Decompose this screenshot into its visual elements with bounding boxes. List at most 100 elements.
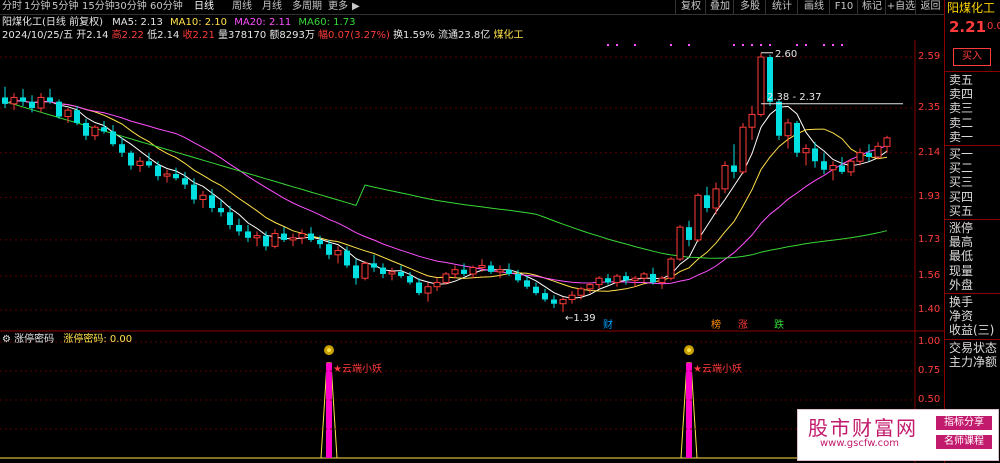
toolbar-button-3[interactable]: 统计	[765, 0, 798, 14]
toolbar-button-0[interactable]: 复权	[675, 0, 706, 14]
indicator-tick: 1.00	[918, 336, 941, 347]
status-0: 交易状态	[949, 340, 998, 355]
price-tick: 1.56	[918, 270, 941, 282]
range-label: 2.38 - 2.37	[767, 92, 822, 103]
candle-body	[182, 178, 188, 185]
candle	[757, 52, 765, 117]
candle-body	[37, 96, 45, 109]
candle-body	[496, 269, 504, 273]
sell-level-5: 卖五	[949, 73, 974, 87]
candle-body	[623, 276, 629, 281]
candle-body	[253, 235, 261, 239]
candle-body	[227, 212, 233, 226]
signal-dot	[805, 44, 807, 46]
candle-body	[757, 56, 765, 115]
price-tick: 1.73	[918, 233, 941, 245]
candle-body	[289, 237, 297, 241]
period-tab-2[interactable]: 5分钟	[52, 0, 78, 14]
signal-dot	[634, 44, 636, 46]
candle-body	[524, 280, 530, 287]
candle-body	[542, 293, 548, 300]
candle-body	[163, 173, 171, 177]
candle-body	[640, 273, 648, 279]
signal-dot	[760, 44, 762, 46]
toolbar-button-6[interactable]: 标记	[857, 0, 886, 14]
price-tick: 1.40	[918, 304, 941, 316]
panel-separator	[945, 71, 1000, 72]
period-tab-7[interactable]: 周线	[232, 0, 252, 14]
candle-body	[829, 164, 837, 171]
candle-body	[388, 271, 396, 275]
toolbar-button-2[interactable]: 多股	[733, 0, 766, 14]
toolbar-button-8[interactable]: 返回	[915, 0, 945, 14]
low-price-label: ←1.39	[565, 313, 596, 324]
candle-body	[605, 278, 611, 283]
toolbar-button-5[interactable]: F10	[829, 0, 858, 14]
candle	[361, 261, 369, 281]
candle-body	[874, 145, 882, 158]
period-tab-5[interactable]: 60分钟	[150, 0, 183, 14]
period-tab-10[interactable]: 更多	[328, 0, 348, 14]
stat-4: 外盘	[949, 277, 974, 292]
candle-body	[551, 299, 557, 304]
indicator-gear-icon[interactable]: ⚙	[2, 334, 11, 345]
buy-level-4: 买四	[949, 189, 974, 204]
ma60-label: MA60: 1.73	[298, 17, 356, 28]
candle-body	[407, 276, 413, 283]
candle-body	[461, 269, 467, 274]
sell-level-2: 卖二	[949, 115, 974, 130]
period-tab-6[interactable]: 日线	[194, 0, 214, 14]
candle-body	[866, 152, 872, 157]
indicator-name[interactable]: 涨停密码	[14, 334, 54, 345]
toolbar-button-1[interactable]: 叠加	[705, 0, 734, 14]
watermark-tag-courses[interactable]: 名师课程	[936, 435, 992, 449]
candle-body	[101, 127, 107, 132]
chart-header: 阳煤化工(日线 前复权) MA5: 2.13 MA10: 2.10 MA20: …	[2, 16, 355, 29]
signal-dot	[688, 44, 690, 46]
candle-body	[488, 265, 494, 272]
candle	[776, 99, 782, 140]
stat-0: 涨停	[949, 221, 974, 235]
period-tab-0[interactable]: 分时	[2, 0, 22, 14]
kline-chart[interactable]: 2.60 2.38 - 2.37 ←1.39 财 榜 涨 跌 ★云端小妖 ★云端小妖	[0, 40, 944, 463]
chart-title: 阳煤化工(日线 前复权)	[2, 17, 103, 28]
signal-dot	[796, 44, 798, 46]
period-tab-3[interactable]: 15分钟	[82, 0, 115, 14]
period-tab-9[interactable]: 多周期	[292, 0, 322, 14]
candle-body	[380, 267, 386, 274]
toolbar-button-7[interactable]: +自选	[885, 0, 916, 14]
signal-dot	[742, 44, 744, 46]
candle-body	[271, 233, 279, 247]
event-marker: 跌	[774, 318, 784, 331]
candle-body	[595, 277, 603, 286]
candle-body	[784, 122, 792, 137]
candle-body	[74, 110, 80, 123]
watermark-tag-indicators[interactable]: 指标分享	[936, 416, 992, 430]
buy-button[interactable]: 买入	[953, 48, 991, 66]
stat-3: 现量	[949, 263, 974, 278]
candle-body	[308, 233, 314, 240]
price-tick: 2.59	[918, 51, 941, 62]
candle-body	[694, 194, 702, 241]
candle-body	[469, 267, 477, 275]
quote-panel: 阳煤化工 2.21 0.0 买入 卖五 卖四 卖三 卖二 卖一 买一 买二 买三 买四 买五 涨停最…	[944, 0, 1000, 463]
period-tab-4[interactable]: 30分钟	[114, 0, 147, 14]
extra-2: 收益(三)	[949, 323, 995, 338]
candle-body	[451, 269, 459, 275]
candle-body	[334, 250, 342, 256]
period-tab-8[interactable]: 月线	[262, 0, 282, 14]
period-tab-1[interactable]: 1分钟	[24, 0, 50, 14]
candle-body	[136, 160, 144, 166]
status-1: 主力净额	[949, 354, 998, 369]
candle-body	[199, 194, 207, 201]
buy-level-5: 买五	[949, 203, 974, 218]
candle	[694, 193, 702, 243]
candle-body	[712, 188, 720, 209]
candle-body	[533, 286, 539, 294]
more-arrow-icon[interactable]: ▶	[352, 0, 360, 14]
candle-body	[568, 294, 576, 300]
panel-separator	[945, 219, 1000, 220]
toolbar-button-4[interactable]: 画线	[797, 0, 830, 14]
period-toolbar: 分时 1分钟 5分钟 15分钟 30分钟 60分钟 日线 周线 月线 多周期 更多 ▶ 复权 叠加 多股 统计…	[0, 0, 944, 15]
panel-price: 2.21	[949, 18, 987, 36]
